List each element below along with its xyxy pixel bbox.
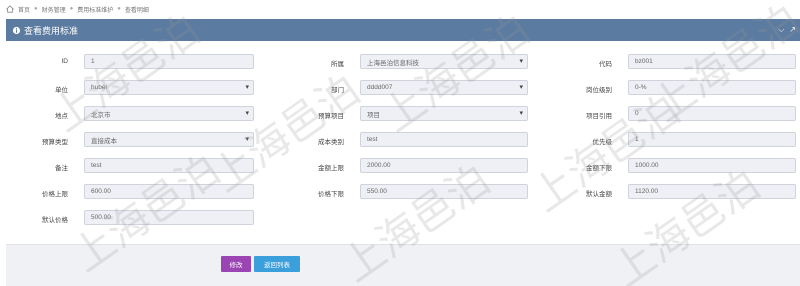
edit-button[interactable]: 修改 bbox=[221, 256, 251, 272]
budget-item-label: 预算项目 bbox=[318, 113, 344, 120]
item-ref-label: 项目引用 bbox=[586, 113, 612, 120]
region-label: 地点 bbox=[55, 113, 68, 120]
default-price-label: 默认价格 bbox=[42, 217, 68, 224]
price-upper-label: 价格上限 bbox=[42, 191, 68, 198]
amount-lower-field: 1000.00 bbox=[628, 158, 796, 173]
breadcrumb: 首页 ● 财务管理 ● 费用标准维护 ● 查看明细 bbox=[6, 3, 149, 15]
amount-lower-label: 金额下限 bbox=[586, 165, 612, 172]
default-amount-label: 默认金额 bbox=[586, 191, 612, 198]
remark-field: test bbox=[84, 158, 254, 173]
cost-category-label: 成本类别 bbox=[318, 139, 344, 146]
breadcrumb-separator: ● bbox=[117, 6, 121, 12]
panel-header: 查看费用标准 ⌵ ↗ bbox=[6, 19, 800, 41]
expand-icon[interactable]: ↗ bbox=[789, 25, 796, 35]
default-price-field: 500.00 bbox=[84, 210, 254, 225]
post-level-field: 0-% bbox=[628, 80, 796, 95]
company-label: 所属 bbox=[331, 61, 344, 68]
priority-label: 优先级 bbox=[592, 139, 613, 146]
back-to-list-button[interactable]: 返回列表 bbox=[254, 256, 300, 272]
company-select[interactable]: 上海邑泊信息科技 bbox=[360, 54, 528, 69]
code-field: bz001 bbox=[628, 54, 796, 69]
priority-field: 1 bbox=[628, 132, 796, 147]
budget-type-select[interactable]: 直接成本 bbox=[84, 132, 254, 147]
budget-type-label: 预算类型 bbox=[42, 139, 68, 146]
budget-item-select[interactable]: 项目 bbox=[360, 106, 528, 121]
amount-upper-label: 金额上限 bbox=[318, 165, 344, 172]
id-field: 1 bbox=[84, 54, 254, 69]
cost-category-field: test bbox=[360, 132, 528, 147]
breadcrumb-separator: ● bbox=[34, 6, 38, 12]
remark-label: 备注 bbox=[55, 165, 68, 172]
breadcrumb-separator: ● bbox=[69, 6, 74, 12]
dept-select[interactable]: dddd007 bbox=[360, 80, 528, 95]
panel-tools: ⌵ ↗ bbox=[778, 25, 796, 35]
post-level-label: 岗位级别 bbox=[586, 87, 612, 94]
collapse-icon[interactable]: ⌵ bbox=[778, 25, 784, 35]
default-amount-field: 1120.00 bbox=[628, 184, 796, 199]
form-footer: 修改 返回列表 bbox=[6, 244, 800, 286]
price-lower-label: 价格下限 bbox=[318, 191, 344, 198]
code-label: 代码 bbox=[599, 61, 612, 68]
form-body: ID 1 所属 上海邑泊信息科技 代码 bz001 单位 hubei 部门 dd… bbox=[6, 41, 800, 244]
price-upper-field: 600.00 bbox=[84, 184, 254, 199]
price-lower-field: 550.00 bbox=[360, 184, 528, 199]
panel-title: 查看费用标准 bbox=[24, 25, 79, 36]
breadcrumb-current: 查看明细 bbox=[124, 7, 149, 14]
unit-select[interactable]: hubei bbox=[84, 80, 254, 95]
unit-label: 单位 bbox=[55, 87, 68, 94]
id-label: ID bbox=[61, 58, 69, 65]
info-icon bbox=[12, 26, 21, 34]
home-icon[interactable] bbox=[6, 5, 14, 13]
dept-label: 部门 bbox=[331, 87, 344, 94]
region-select[interactable]: 北京市 bbox=[84, 106, 254, 121]
item-ref-field: 0 bbox=[628, 106, 796, 121]
breadcrumb-standard[interactable]: 费用标准维护 bbox=[77, 5, 113, 14]
amount-upper-field: 2000.00 bbox=[360, 158, 528, 173]
breadcrumb-home[interactable]: 首页 bbox=[18, 5, 30, 14]
breadcrumb-finance[interactable]: 财务管理 bbox=[42, 5, 66, 14]
